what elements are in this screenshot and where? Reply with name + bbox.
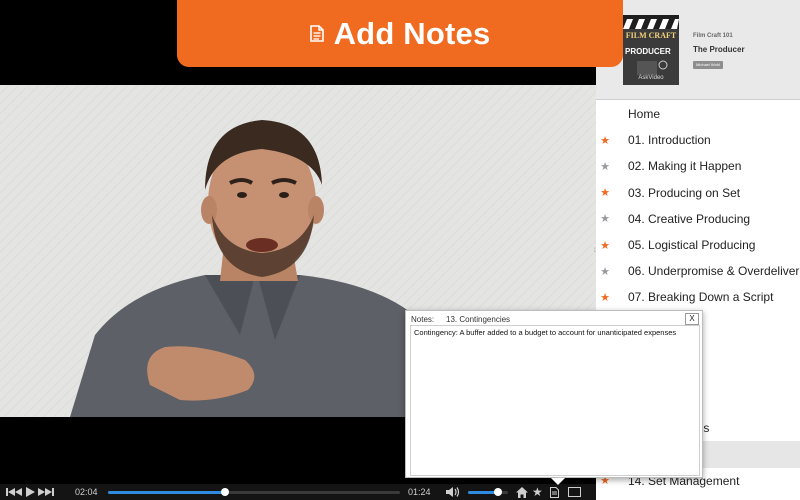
home-icon — [516, 486, 528, 498]
fullscreen-icon — [568, 487, 581, 497]
splitter-handle[interactable]: ⁞ — [594, 248, 598, 254]
progress-handle[interactable] — [220, 488, 229, 496]
star-icon[interactable]: ★ — [599, 134, 611, 147]
fullscreen-button[interactable] — [568, 484, 581, 500]
star-icon[interactable]: ★ — [599, 239, 611, 252]
artwork-top-text: FILM CRAFT — [625, 31, 677, 40]
course-title: The Producer — [693, 45, 745, 54]
fast-forward-button[interactable] — [38, 484, 54, 500]
favorite-button[interactable]: ★ — [532, 484, 543, 500]
course-artwork[interactable]: FILM CRAFT PRODUCER AskVideo — [623, 15, 679, 85]
chapter-label: 03. Producing on Set — [628, 185, 741, 200]
play-icon — [26, 487, 35, 497]
chapter-label: 02. Making it Happen — [628, 159, 742, 174]
chapter-label: 04. Creative Producing — [628, 211, 751, 226]
banner-title: Add Notes — [333, 15, 491, 51]
player-controls: 02:04 01:24 ★ — [0, 484, 596, 500]
artwork-brand-text: AskVideo — [638, 75, 664, 81]
home-button[interactable] — [516, 484, 528, 500]
note-icon — [550, 486, 559, 498]
chapter-item[interactable]: ★ 07. Breaking Down a Script — [596, 284, 800, 310]
course-header: FILM CRAFT PRODUCER AskVideo Film Craft … — [596, 0, 800, 100]
notes-chapter-title: 13. Contingencies — [446, 315, 511, 324]
rewind-button[interactable] — [6, 484, 22, 500]
chapter-label: Home — [628, 107, 661, 122]
elapsed-time: 02:04 — [75, 487, 98, 497]
notes-button[interactable] — [550, 484, 559, 500]
chapter-item[interactable]: Home — [596, 101, 800, 127]
notes-caption: Notes: — [411, 315, 435, 324]
notes-popup: Notes: 13. Contingencies X Contingency: … — [405, 310, 703, 485]
author-badge: Michael Wohl — [693, 61, 723, 69]
notes-textarea[interactable]: Contingency: A buffer added to a budget … — [410, 325, 700, 476]
chapter-item[interactable]: ★ 05. Logistical Producing — [596, 232, 800, 258]
course-series: Film Craft 101 — [693, 33, 733, 39]
star-icon[interactable]: ★ — [599, 186, 611, 199]
volume-button[interactable] — [446, 484, 460, 500]
fast-forward-icon — [38, 488, 54, 496]
close-button[interactable]: X — [685, 313, 699, 325]
star-icon[interactable]: ★ — [599, 265, 611, 278]
star-icon[interactable]: ★ — [599, 160, 611, 173]
artwork-main-text: PRODUCER — [625, 47, 671, 56]
chapter-label: 07. Breaking Down a Script — [628, 290, 774, 305]
popup-pointer — [551, 478, 565, 485]
volume-slider[interactable] — [468, 488, 508, 496]
note-icon — [309, 25, 324, 42]
progress-slider[interactable] — [108, 488, 400, 496]
chapter-item[interactable]: ★ 01. Introduction — [596, 127, 800, 153]
chapter-item[interactable]: ★ 03. Producing on Set — [596, 180, 800, 206]
volume-handle[interactable] — [494, 488, 502, 496]
add-notes-banner: Add Notes — [177, 0, 623, 67]
star-icon: ★ — [532, 485, 543, 499]
chapter-label: 05. Logistical Producing — [628, 238, 756, 253]
chapter-item[interactable]: ★ 02. Making it Happen — [596, 153, 800, 179]
remaining-time: 01:24 — [408, 487, 431, 497]
progress-fill — [108, 491, 225, 494]
star-icon[interactable]: ★ — [599, 212, 611, 225]
chapter-item[interactable]: ★ 06. Underpromise & Overdeliver — [596, 258, 800, 284]
play-button[interactable] — [26, 484, 35, 500]
chapter-item[interactable]: ★ 04. Creative Producing — [596, 206, 800, 232]
star-icon[interactable]: ★ — [599, 291, 611, 304]
chapter-label: 01. Introduction — [628, 133, 711, 148]
rewind-icon — [6, 488, 22, 496]
volume-icon — [446, 487, 460, 497]
chapter-label: 06. Underpromise & Overdeliver — [628, 264, 800, 279]
